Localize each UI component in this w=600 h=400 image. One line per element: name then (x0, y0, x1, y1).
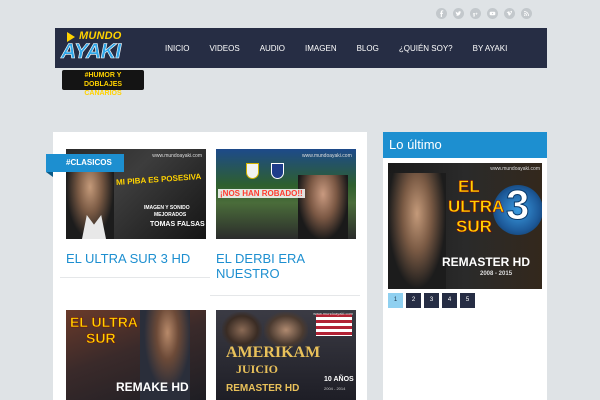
slider-image[interactable]: 3 www.mundoayaki.com EL ULTRA SUR REMAST… (388, 163, 542, 289)
posts-panel: #CLASICOS www.mundoayaki.com MI PIBA ES … (46, 132, 367, 400)
portrait-image (388, 173, 446, 289)
nav-item-videos[interactable]: VIDEOS (199, 44, 249, 53)
site-logo[interactable]: MUNDO AYAKI (61, 30, 139, 66)
nav-item-imagen[interactable]: IMAGEN (295, 44, 347, 53)
thumb-text: 10 AÑOS (324, 376, 354, 383)
sidebar-widget (383, 312, 547, 400)
club-crest-image (271, 163, 284, 179)
site-tagline: #HUMOR Y DOBLAJES CANARIOS (62, 70, 144, 97)
nav-item-inicio[interactable]: INICIO (155, 44, 199, 53)
tagline-line1: #HUMOR Y (84, 72, 122, 79)
social-links: g+ (436, 8, 532, 19)
thumb-headline: ¡NOS HAN ROBADO!! (218, 189, 305, 198)
sidebar-heading: Lo último (383, 132, 547, 158)
page-button-4[interactable]: 4 (442, 293, 457, 308)
slider-pagination: 1 2 3 4 5 (388, 293, 542, 308)
svg-text:g+: g+ (473, 11, 479, 16)
thumb-site: www.mundoayaki.com (313, 311, 353, 316)
site-header: MUNDO AYAKI INICIO VIDEOS AUDIO IMAGEN B… (55, 28, 547, 68)
thumb-headline: AMERIKAM (226, 344, 321, 361)
thumb-text: REMASTER HD (226, 383, 300, 394)
thumb-site: www.mundoayaki.com (302, 153, 352, 159)
thumb-headline: MI PIBA ES POSESIVA (115, 172, 202, 187)
thumb-headline: EL ULTRA (70, 314, 138, 330)
thumb-text: TOMAS FALSAS (150, 221, 205, 228)
rss-icon[interactable] (521, 8, 532, 19)
youtube-icon[interactable] (487, 8, 498, 19)
category-badge[interactable]: #CLASICOS (46, 154, 124, 177)
thumb-headline: EL (458, 177, 480, 197)
thumb-text: 2004 - 2014 (324, 386, 346, 391)
thumb-headline: SUR (456, 217, 492, 237)
page-button-5[interactable]: 5 (460, 293, 475, 308)
latest-slider: 3 www.mundoayaki.com EL ULTRA SUR REMAST… (383, 158, 547, 338)
logo-main-text: AYAKI (61, 40, 122, 64)
post-card[interactable]: www.mundoayaki.com AMERIKAM JUICIO REMAS… (216, 310, 356, 400)
thumb-site: www.mundoayaki.com (152, 153, 202, 159)
nav-item-quien-soy[interactable]: ¿QUIÉN SOY? (389, 44, 463, 53)
portrait-image (222, 312, 262, 348)
thumb-site: www.mundoayaki.com (490, 166, 540, 172)
nav-item-blog[interactable]: BLOG (347, 44, 389, 53)
nav-item-by-ayaki[interactable]: BY AYAKI (463, 44, 518, 53)
nav-item-audio[interactable]: AUDIO (250, 44, 295, 53)
tagline-line2: DOBLAJES CANARIOS (83, 81, 123, 97)
portrait-image (298, 175, 348, 239)
thumb-text: IMAGEN Y SONIDO (144, 205, 190, 211)
thumb-text: MEJORADOS (154, 212, 187, 218)
post-card[interactable]: EL ULTRA SUR REMAKE HD (66, 310, 206, 400)
twitter-icon[interactable] (453, 8, 464, 19)
divider (210, 295, 360, 296)
thumb-text: REMASTER HD (442, 255, 531, 269)
thumb-headline: ULTRA (448, 197, 505, 217)
flag-image (316, 314, 352, 336)
slide-number: 3 (505, 181, 530, 229)
google-plus-icon[interactable]: g+ (470, 8, 481, 19)
post-card[interactable]: www.mundoayaki.com ¡NOS HAN ROBADO!! EL … (216, 149, 356, 281)
vimeo-icon[interactable] (504, 8, 515, 19)
post-title[interactable]: EL ULTRA SUR 3 HD (66, 251, 206, 266)
facebook-icon[interactable] (436, 8, 447, 19)
portrait-image (264, 312, 308, 348)
page-button-1[interactable]: 1 (388, 293, 403, 308)
post-thumbnail[interactable]: www.mundoayaki.com AMERIKAM JUICIO REMAS… (216, 310, 356, 400)
page-button-2[interactable]: 2 (406, 293, 421, 308)
divider (60, 277, 210, 278)
thumb-headline: SUR (86, 330, 116, 346)
club-crest-image (246, 163, 259, 179)
thumb-text: REMAKE HD (116, 380, 189, 394)
thumb-text: 2008 - 2015 (480, 271, 513, 277)
post-title[interactable]: EL DERBI ERA NUESTRO (216, 251, 356, 281)
sidebar: Lo último 3 www.mundoayaki.com EL ULTRA … (383, 132, 547, 400)
page-button-3[interactable]: 3 (424, 293, 439, 308)
post-thumbnail[interactable]: www.mundoayaki.com ¡NOS HAN ROBADO!! (216, 149, 356, 239)
post-thumbnail[interactable]: EL ULTRA SUR REMAKE HD (66, 310, 206, 400)
main-nav: INICIO VIDEOS AUDIO IMAGEN BLOG ¿QUIÉN S… (155, 28, 517, 68)
thumb-headline: JUICIO (236, 362, 279, 376)
